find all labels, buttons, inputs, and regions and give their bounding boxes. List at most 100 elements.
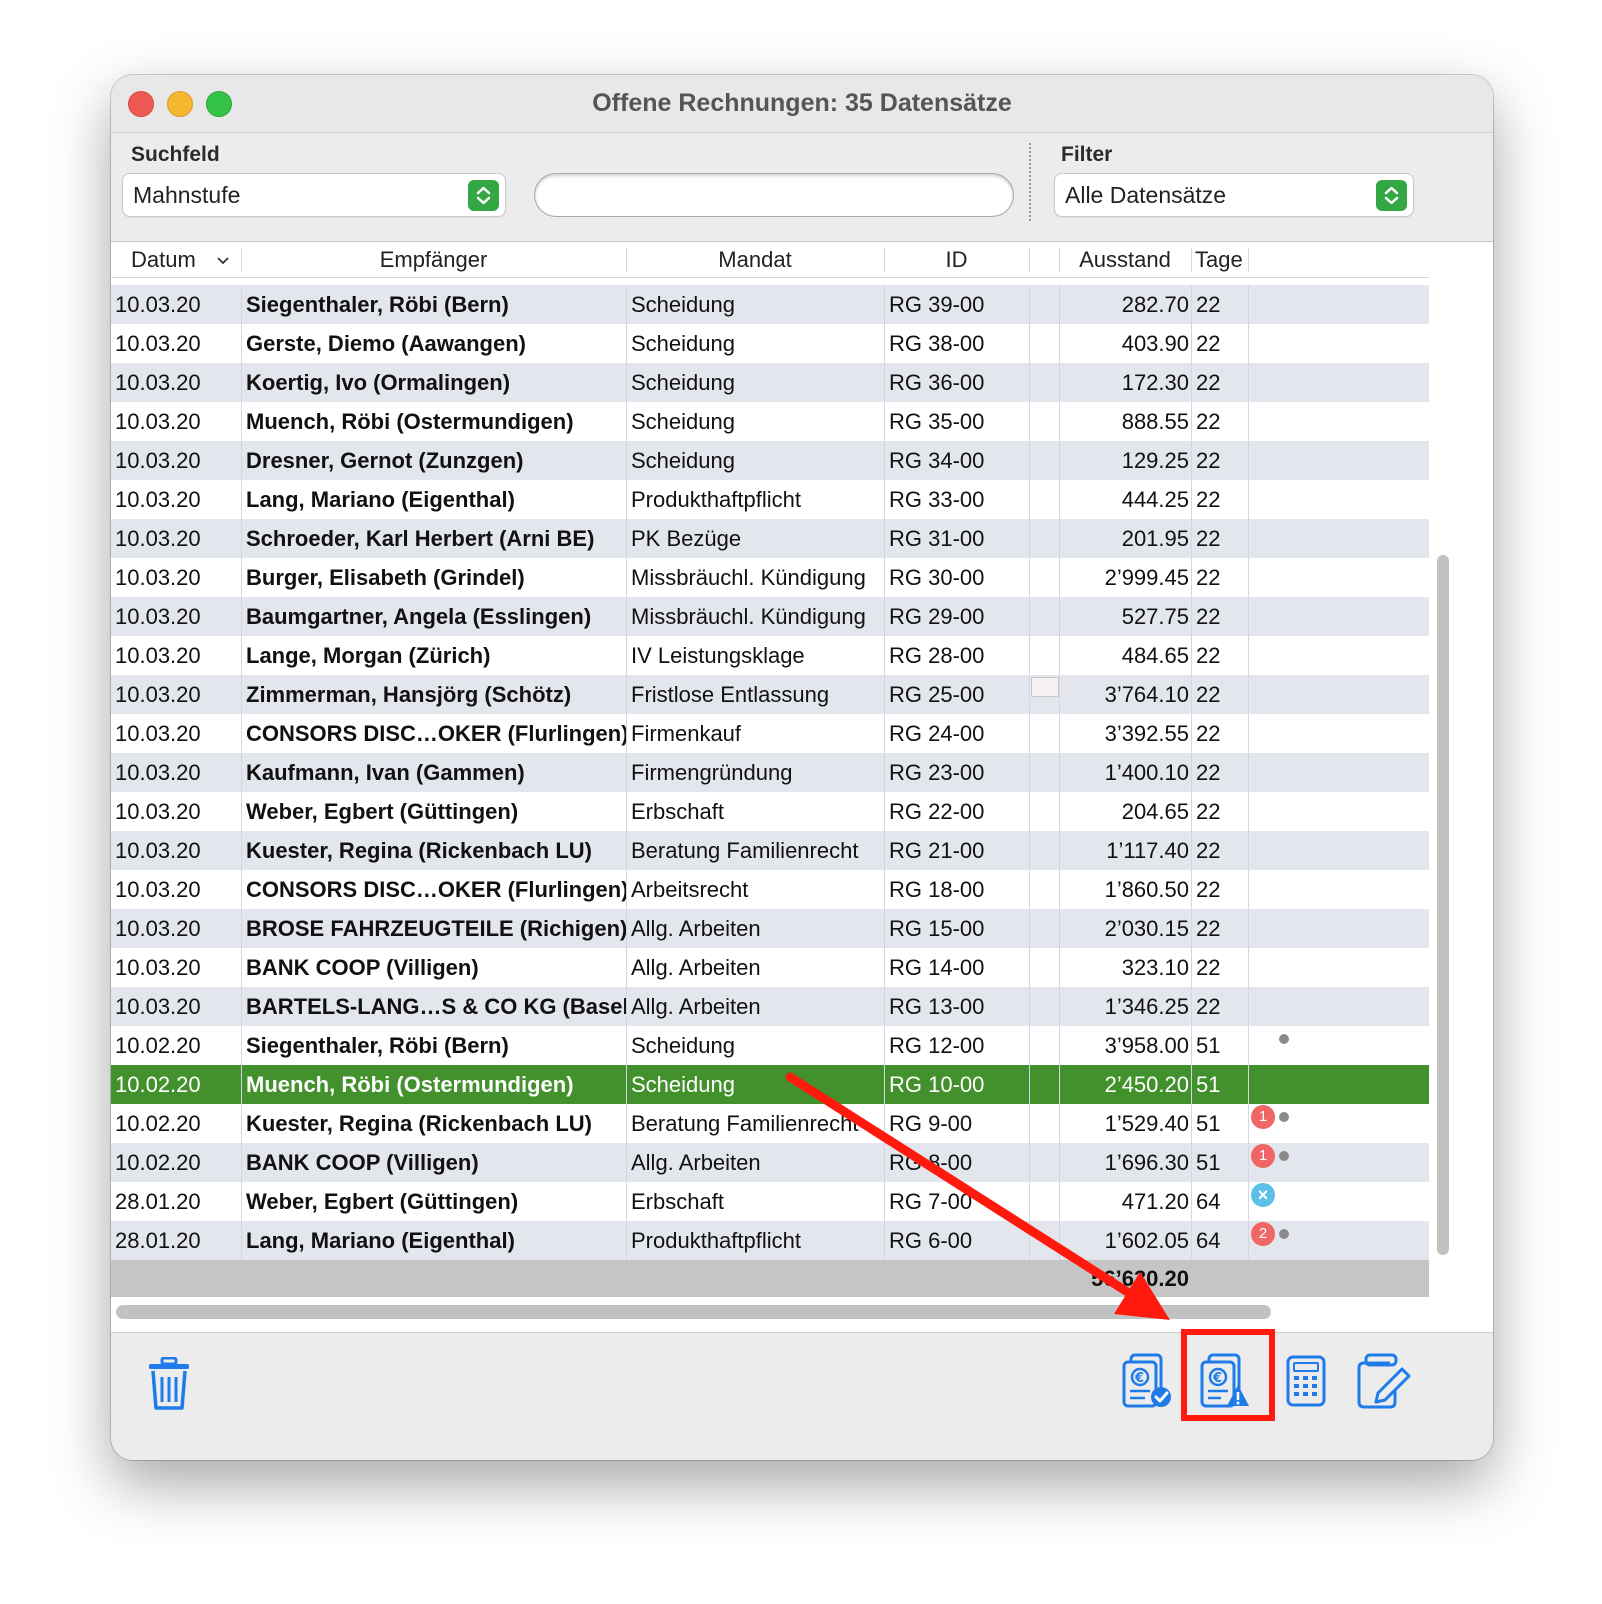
table-row[interactable]: 10.02.20 BANK COOP (Villigen) Allg. Arbeit… bbox=[111, 1143, 1429, 1182]
cell-datum: 10.03.20 bbox=[115, 877, 201, 902]
column-divider bbox=[1191, 987, 1192, 1026]
column-divider bbox=[1248, 909, 1249, 948]
table-row[interactable]: 10.03.20 Muench, Röbi (Ostermundigen) Sche… bbox=[111, 402, 1429, 441]
table-row[interactable]: 10.03.20 Gerste, Diemo (Aawangen) Scheidun… bbox=[111, 324, 1429, 363]
table-row[interactable]: 10.03.20 BANK COOP (Villigen) Allg. Arbeit… bbox=[111, 948, 1429, 987]
table-row[interactable]: 10.03.20 BROSE FAHRZEUGTEILE (Richigen) Al… bbox=[111, 909, 1429, 948]
cell-empfaenger: Kaufmann, Ivan (Gammen) bbox=[246, 760, 525, 785]
cell-tage: 51 bbox=[1196, 1072, 1221, 1097]
column-divider bbox=[1248, 1065, 1249, 1104]
column-header-ausstand[interactable]: Ausstand bbox=[1059, 242, 1191, 278]
table-row[interactable]: 28.01.20 Weber, Egbert (Güttingen) Erbscha… bbox=[111, 1182, 1429, 1221]
column-divider bbox=[1191, 675, 1192, 714]
cell-mandat: Erbschaft bbox=[631, 799, 724, 824]
table-row[interactable]: 10.03.20 Lang, Mariano (Eigenthal) Produkt… bbox=[111, 480, 1429, 519]
table-row[interactable]: 10.03.20 Baumgartner, Angela (Esslingen) M… bbox=[111, 597, 1429, 636]
column-divider bbox=[1248, 519, 1249, 558]
cell-datum: 10.02.20 bbox=[115, 1033, 201, 1058]
invoice-paid-icon[interactable]: € bbox=[1121, 1353, 1173, 1414]
cell-mandat: Missbräuchl. Kündigung bbox=[631, 565, 866, 590]
column-divider bbox=[1029, 597, 1030, 636]
column-divider bbox=[241, 675, 242, 714]
column-divider bbox=[1029, 909, 1030, 948]
cell-datum: 28.01.20 bbox=[115, 1189, 201, 1214]
horizontal-scrollbar[interactable] bbox=[116, 1305, 1271, 1319]
column-divider bbox=[1191, 248, 1192, 272]
column-divider bbox=[241, 519, 242, 558]
column-divider bbox=[884, 480, 885, 519]
column-divider bbox=[1029, 441, 1030, 480]
column-header-mandat[interactable]: Mandat bbox=[626, 242, 884, 278]
edit-icon[interactable] bbox=[1356, 1353, 1412, 1414]
table-row[interactable]: 10.03.20 Schroeder, Karl Herbert (Arni BE… bbox=[111, 519, 1429, 558]
column-divider bbox=[626, 1182, 627, 1221]
cell-tage: 22 bbox=[1196, 409, 1221, 434]
search-field-select[interactable]: Mahnstufe bbox=[123, 174, 505, 216]
column-divider bbox=[1059, 558, 1060, 597]
column-divider bbox=[1059, 792, 1060, 831]
cell-id: RG 34-00 bbox=[889, 448, 985, 473]
table-row[interactable]: 10.03.20 CONSORS DISC…OKER (Flurlingen) Ar… bbox=[111, 870, 1429, 909]
table-row[interactable]: 10.02.20 Muench, Röbi (Ostermundigen) Sche… bbox=[111, 1065, 1429, 1104]
cell-tage: 22 bbox=[1196, 643, 1221, 668]
column-divider bbox=[1029, 987, 1030, 1026]
reminder-level-badge: 1 bbox=[1251, 1144, 1275, 1168]
table-row[interactable]: 10.03.20 Kaufmann, Ivan (Gammen) Firmengrü… bbox=[111, 753, 1429, 792]
table-row[interactable]: 10.03.20 Lange, Morgan (Zürich) IV Leistun… bbox=[111, 636, 1429, 675]
bottom-toolbar: € € bbox=[111, 1332, 1493, 1460]
table-row[interactable]: 10.03.20 Koertig, Ivo (Ormalingen) Scheidu… bbox=[111, 363, 1429, 402]
column-divider bbox=[626, 441, 627, 480]
table-row[interactable]: 10.03.20 Siegenthaler, Röbi (Bern) Scheidu… bbox=[111, 285, 1429, 324]
table-row[interactable]: 10.03.20 BARTELS-LANG…S & CO KG (Basel) Al… bbox=[111, 987, 1429, 1026]
vertical-scrollbar[interactable] bbox=[1437, 555, 1449, 1255]
column-divider bbox=[884, 636, 885, 675]
table-row[interactable]: 10.03.20 Kuester, Regina (Rickenbach LU) B… bbox=[111, 831, 1429, 870]
window-title: Offene Rechnungen: 35 Datensätze bbox=[592, 89, 1012, 117]
cell-ausstand: 204.65 bbox=[1121, 799, 1189, 824]
sort-chevron-down-icon[interactable] bbox=[215, 248, 231, 277]
cell-id: RG 33-00 bbox=[889, 487, 985, 512]
cell-ausstand: 1’602.05 bbox=[1104, 1228, 1189, 1253]
table-row[interactable]: 10.03.20 Weber, Egbert (Güttingen) Erbscha… bbox=[111, 792, 1429, 831]
cell-ausstand: 484.65 bbox=[1121, 643, 1189, 668]
cell-mandat: PK Bezüge bbox=[631, 526, 742, 551]
column-divider bbox=[1029, 285, 1030, 324]
column-divider bbox=[241, 909, 242, 948]
cell-datum: 10.03.20 bbox=[115, 955, 201, 980]
column-header-tage[interactable]: Tage bbox=[1195, 242, 1243, 278]
table-row[interactable]: 10.03.20 Dresner, Gernot (Zunzgen) Scheidu… bbox=[111, 441, 1429, 480]
column-divider bbox=[626, 675, 627, 714]
table-row[interactable]: 10.03.20 Burger, Elisabeth (Grindel) Missb… bbox=[111, 558, 1429, 597]
cell-id: RG 35-00 bbox=[889, 409, 985, 434]
filter-select[interactable]: Alle Datensätze bbox=[1055, 174, 1413, 216]
search-input[interactable] bbox=[535, 174, 1013, 216]
column-header-id[interactable]: ID bbox=[884, 242, 1029, 278]
column-divider bbox=[626, 1065, 627, 1104]
table-row[interactable]: 10.02.20 Kuester, Regina (Rickenbach LU) B… bbox=[111, 1104, 1429, 1143]
cell-tage: 22 bbox=[1196, 877, 1221, 902]
column-header-datum[interactable]: Datum bbox=[131, 242, 196, 278]
column-header-empfaenger[interactable]: Empfänger bbox=[241, 242, 626, 278]
column-divider bbox=[1191, 753, 1192, 792]
calculator-icon[interactable] bbox=[1286, 1355, 1326, 1412]
column-divider bbox=[884, 558, 885, 597]
column-divider bbox=[1248, 285, 1249, 324]
column-divider bbox=[626, 792, 627, 831]
column-divider bbox=[1248, 324, 1249, 363]
search-field-label: Suchfeld bbox=[131, 143, 220, 166]
trash-icon[interactable] bbox=[147, 1356, 191, 1416]
column-divider bbox=[1059, 675, 1060, 714]
column-divider bbox=[241, 402, 242, 441]
cell-tage: 22 bbox=[1196, 955, 1221, 980]
column-divider bbox=[1248, 480, 1249, 519]
column-divider bbox=[1029, 1104, 1030, 1143]
column-divider bbox=[1248, 402, 1249, 441]
cell-id: RG 39-00 bbox=[889, 292, 985, 317]
column-divider bbox=[626, 714, 627, 753]
column-divider bbox=[241, 597, 242, 636]
table-row[interactable]: 28.01.20 Lang, Mariano (Eigenthal) Produkt… bbox=[111, 1221, 1429, 1260]
cell-empfaenger: Kuester, Regina (Rickenbach LU) bbox=[246, 1111, 592, 1136]
table-row[interactable]: 10.02.20 Siegenthaler, Röbi (Bern) Scheidu… bbox=[111, 1026, 1429, 1065]
table-row[interactable]: 10.03.20 Zimmerman, Hansjörg (Schötz) Fris… bbox=[111, 675, 1429, 714]
table-row[interactable]: 10.03.20 CONSORS DISC…OKER (Flurlingen) Fi… bbox=[111, 714, 1429, 753]
